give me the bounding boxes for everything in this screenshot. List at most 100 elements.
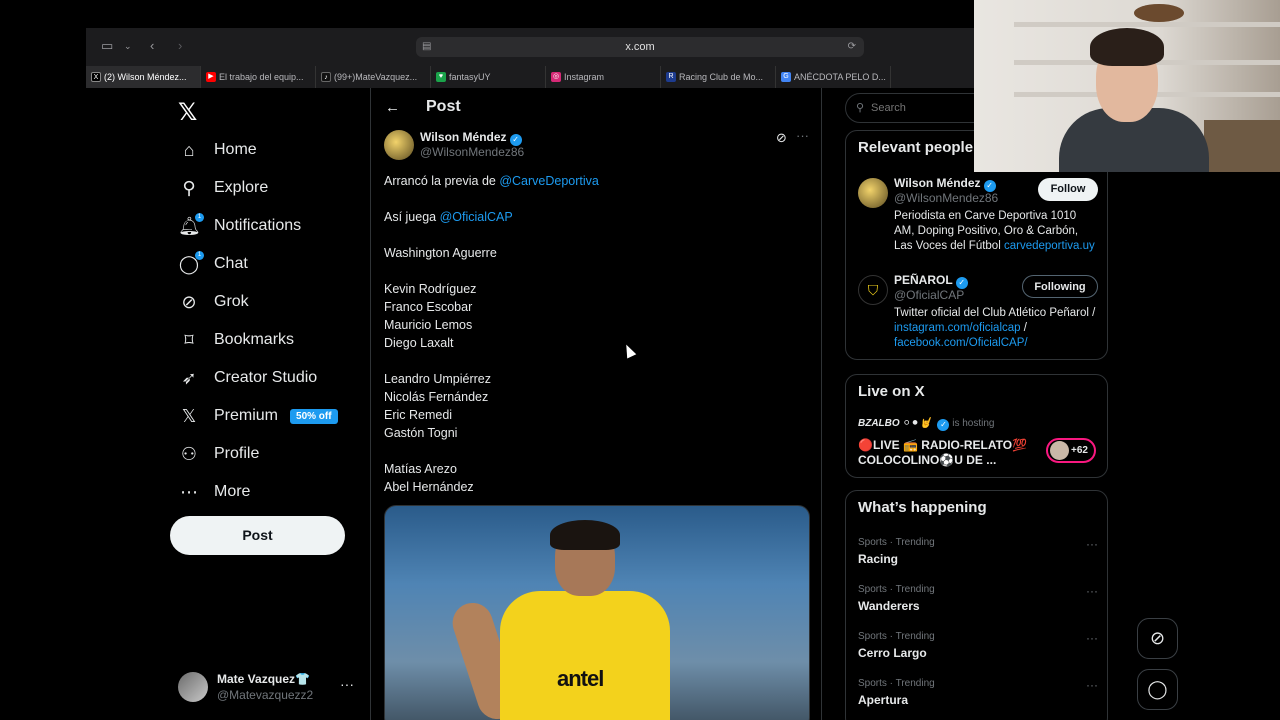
- nav-label: Creator Studio: [214, 369, 318, 386]
- reload-icon[interactable]: ⟳: [848, 37, 856, 57]
- nav-label: More: [214, 483, 251, 500]
- tweet-photo[interactable]: antel: [384, 505, 810, 720]
- chat-fab-button[interactable]: ◯: [1137, 669, 1178, 710]
- x-favicon-icon: X: [91, 72, 101, 82]
- tab-racing-club[interactable]: R Racing Club de Mo...: [661, 66, 776, 88]
- chat-icon: ◯ 1: [178, 250, 204, 275]
- forward-arrow-icon[interactable]: ›: [178, 38, 182, 53]
- tweet-line: Mauricio Lemos: [384, 318, 473, 332]
- grok-fab-button[interactable]: ⊘: [1137, 618, 1178, 659]
- tab-title: fantasyUY: [449, 72, 491, 82]
- notification-badge: 1: [195, 212, 204, 222]
- chair: [1204, 120, 1280, 172]
- more-icon[interactable]: ···: [796, 128, 809, 143]
- person-handle: @OficialCAP: [894, 288, 965, 302]
- streamer-hair: [1090, 28, 1164, 66]
- tab-wilson-mendez[interactable]: X (2) Wilson Méndez...: [86, 66, 201, 88]
- person-bio: Twitter oficial del Club Atlético Peñaro…: [894, 307, 1096, 349]
- bio-link[interactable]: carvedeportiva.uy: [1004, 240, 1095, 252]
- tab-title: (2) Wilson Méndez...: [104, 72, 187, 82]
- live-listeners-pill[interactable]: +62: [1046, 438, 1096, 463]
- guitar-decoration: [1134, 4, 1184, 22]
- tweet-line: [384, 442, 804, 460]
- mention-link[interactable]: @OficialCAP: [440, 210, 513, 224]
- nav-item-explore[interactable]: ⚲ Explore: [178, 173, 268, 203]
- account-handle: @Matevazquezz2: [217, 688, 314, 702]
- browser-chrome: ▭ ⌄ ‹ › ▤ x.com ⟳ X (2) Wilson Méndez...…: [86, 28, 976, 88]
- trend-item[interactable]: Sports · Trending Cerro Largo ···: [858, 631, 1098, 671]
- tab-instagram[interactable]: ◎ Instagram: [546, 66, 661, 88]
- following-button[interactable]: Following: [1022, 275, 1098, 298]
- more-icon[interactable]: ···: [1086, 631, 1098, 645]
- grok-icon[interactable]: ⊘: [776, 130, 787, 146]
- tweet-line: Así juega @OficialCAP: [384, 210, 513, 224]
- more-icon[interactable]: ···: [1086, 584, 1098, 598]
- nav-item-bookmarks[interactable]: ⌑ Bookmarks: [178, 325, 294, 355]
- tweet-line: [384, 226, 804, 244]
- back-arrow-icon[interactable]: ‹: [150, 38, 154, 53]
- bio-link[interactable]: facebook.com/OficialCAP/: [894, 337, 1028, 349]
- bookmark-icon: ⌑: [184, 329, 194, 350]
- nav-item-notifications[interactable]: 🔔︎ 1 Notifications: [178, 211, 301, 241]
- post-button[interactable]: Post: [170, 516, 345, 555]
- author-avatar[interactable]: [384, 130, 414, 160]
- trend-meta: Sports · Trending: [858, 631, 935, 642]
- player-hair: [550, 520, 620, 550]
- player-jersey: [500, 591, 670, 720]
- google-favicon-icon: G: [781, 72, 791, 82]
- address-bar[interactable]: ▤ x.com ⟳: [416, 37, 864, 57]
- url-text: x.com: [625, 41, 655, 53]
- avatar[interactable]: [858, 178, 888, 208]
- tab-youtube[interactable]: ▶ El trabajo del equip...: [201, 66, 316, 88]
- nav-item-creator-studio[interactable]: ➶ Creator Studio: [178, 363, 317, 393]
- site-settings-icon[interactable]: ▤: [422, 37, 431, 57]
- x-logo-icon[interactable]: 𝕏: [178, 98, 197, 127]
- nav-item-profile[interactable]: ⚇ Profile: [178, 439, 259, 469]
- more-icon[interactable]: ···: [1086, 678, 1098, 692]
- tab-title: Instagram: [564, 72, 605, 82]
- trend-item[interactable]: Sports · Trending Apertura ···: [858, 678, 1098, 718]
- jersey-sponsor-text: antel: [557, 666, 604, 691]
- more-icon[interactable]: ···: [340, 676, 354, 692]
- nav-item-more[interactable]: ⋯ More: [178, 477, 250, 507]
- search-icon: ⚲: [856, 102, 865, 114]
- nav-item-home[interactable]: ⌂ Home: [178, 135, 257, 165]
- nav-item-grok[interactable]: ⊘ Grok: [178, 287, 248, 317]
- chat-bubble-icon: ◯: [1147, 679, 1168, 699]
- live-space-title[interactable]: 🔴LIVE 📻 RADIO-RELATO💯 COLOCOLINO⚽U DE ..…: [858, 438, 1038, 468]
- listener-count: +62: [1071, 445, 1088, 456]
- tweet-line: Arrancó la previa de @CarveDeportiva: [384, 174, 599, 188]
- right-sidebar: ⚲ Relevant people Wilson Méndez✓ @Wilson…: [845, 88, 1110, 720]
- trend-item[interactable]: Sports · Trending Racing ···: [858, 537, 1098, 577]
- person-item[interactable]: ⛉ PEÑAROL ✓ @OficialCAP Following Twitter…: [858, 273, 1098, 358]
- account-switcher[interactable]: Mate Vazquez👕 @Matevazquezz2 ···: [178, 670, 368, 710]
- host-name: BZALBO ⚪⚫🤘: [858, 418, 932, 429]
- person-item[interactable]: Wilson Méndez ✓ @WilsonMendez86 Follow Pe…: [858, 176, 1098, 261]
- x-logo-icon: 𝕏: [181, 405, 197, 426]
- follow-button[interactable]: Follow: [1038, 178, 1098, 201]
- mention-link[interactable]: @CarveDeportiva: [499, 174, 599, 188]
- author-handle[interactable]: @WilsonMendez86: [420, 145, 524, 159]
- nav-item-chat[interactable]: ◯ 1 Chat: [178, 249, 248, 279]
- nav-label: Notifications: [214, 217, 302, 234]
- tab-tiktok[interactable]: ♪ (99+)MateVazquez...: [316, 66, 431, 88]
- youtube-favicon-icon: ▶: [206, 72, 216, 82]
- person-name-row[interactable]: Wilson Méndez ✓: [894, 176, 996, 192]
- bio-link[interactable]: instagram.com/oficialcap: [894, 322, 1021, 334]
- person-name-row[interactable]: PEÑAROL ✓: [894, 273, 968, 289]
- chevron-down-icon[interactable]: ⌄: [124, 41, 132, 52]
- sidebar-toggle-icon[interactable]: ▭: [101, 38, 113, 54]
- live-host-row[interactable]: BZALBO ⚪⚫🤘 ✓ is hosting: [858, 418, 994, 431]
- author-name-row[interactable]: Wilson Méndez ✓: [420, 130, 522, 146]
- tab-fantasyuy[interactable]: ♥ fantasyUY: [431, 66, 546, 88]
- trend-name: Cerro Largo: [858, 646, 927, 660]
- penarol-shield-icon[interactable]: ⛉: [858, 275, 888, 305]
- whats-happening-card: What’s happening Sports · Trending Racin…: [845, 490, 1108, 720]
- more-icon[interactable]: ···: [1086, 537, 1098, 551]
- tab-google[interactable]: G ANÉCDOTA PELO D...: [776, 66, 891, 88]
- tweet-line: Washington Aguerre: [384, 246, 497, 260]
- trend-item[interactable]: Sports · Trending Wanderers ···: [858, 584, 1098, 624]
- back-arrow-icon[interactable]: ←: [385, 99, 400, 116]
- nav-item-premium[interactable]: 𝕏 Premium 50% off: [178, 401, 338, 431]
- instagram-favicon-icon: ◎: [551, 72, 561, 82]
